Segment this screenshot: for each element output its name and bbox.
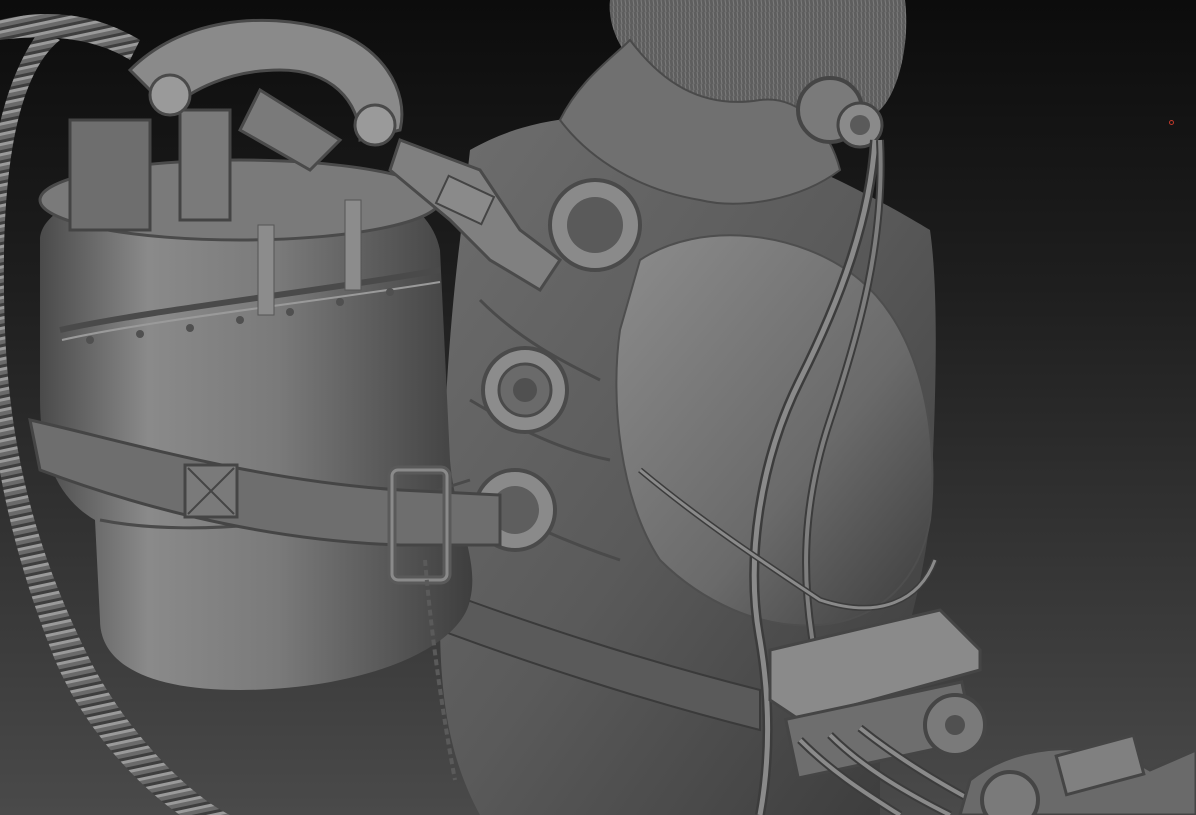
sculpt-viewport[interactable] [0,0,1196,815]
oxygen-tank [38,158,473,690]
sculpt-render [0,0,1196,815]
brush-cursor [1169,120,1174,125]
